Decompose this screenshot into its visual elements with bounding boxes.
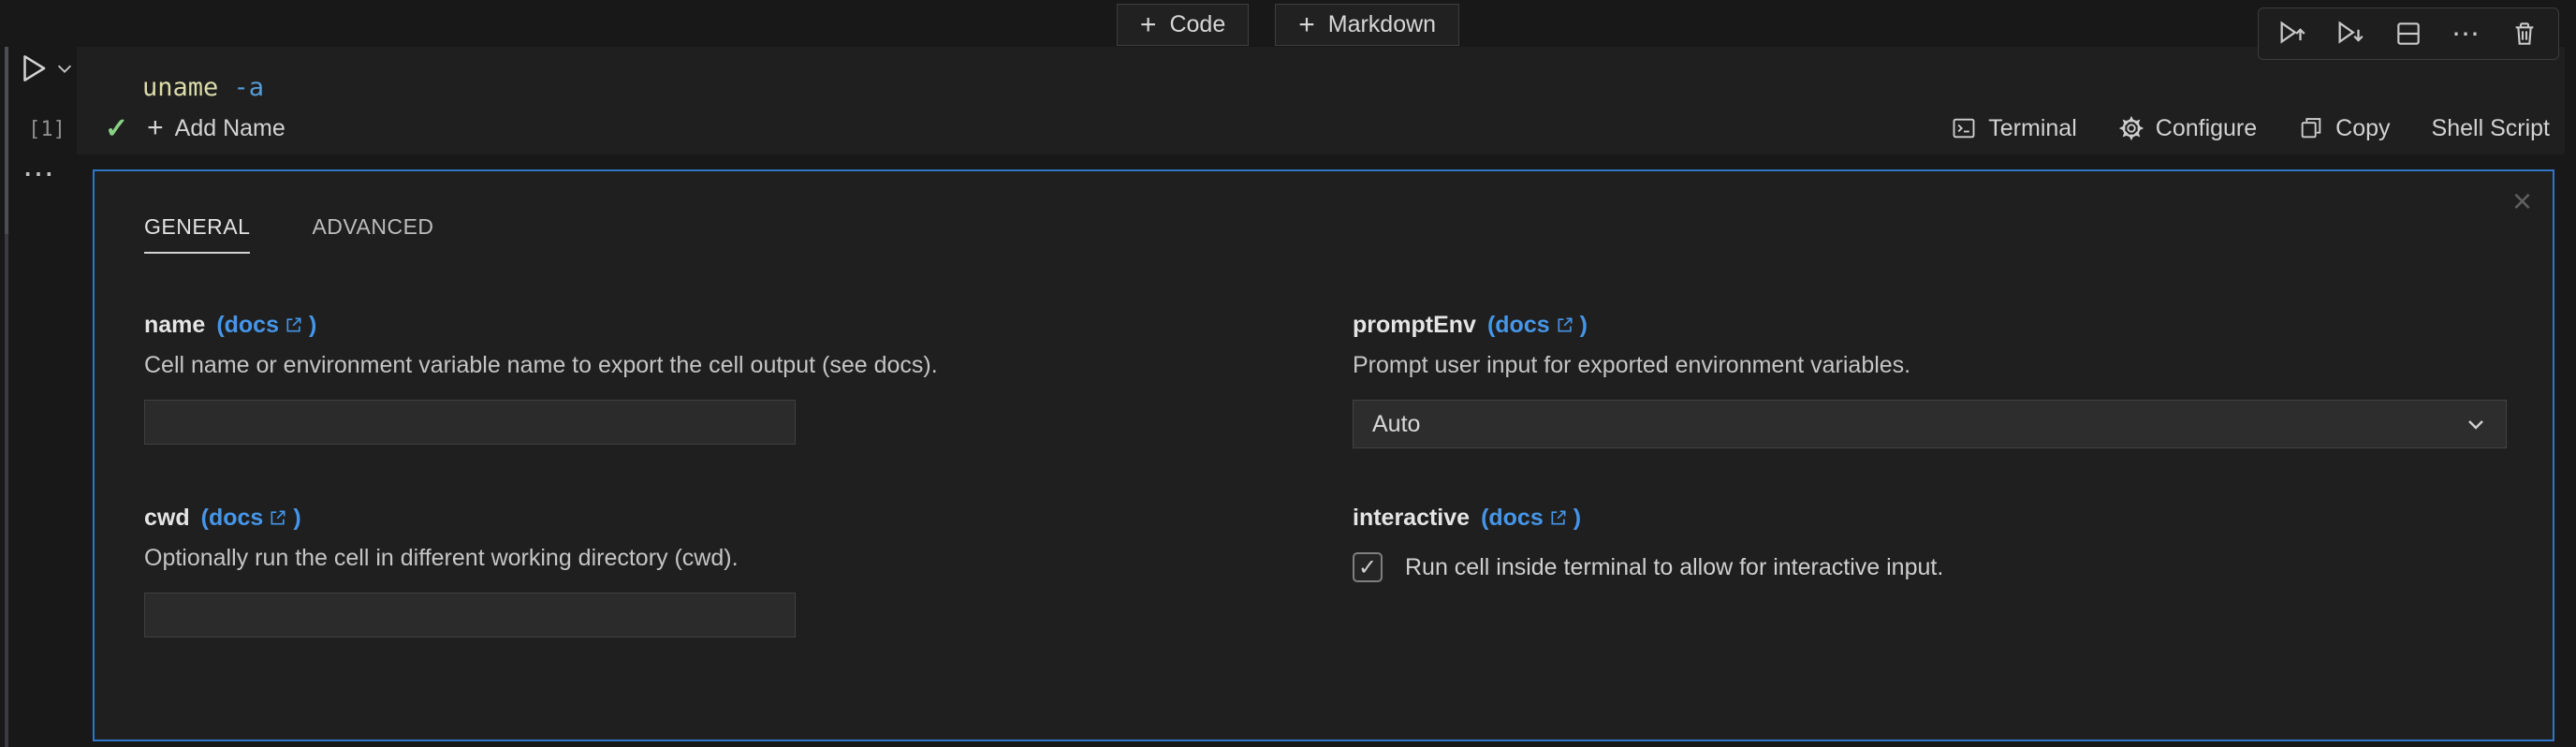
promptenv-description: Prompt user input for exported environme… <box>1353 352 1911 378</box>
execute-below-icon <box>2338 21 2364 44</box>
field-promptenv: promptEnv (docs ) Prompt user input for … <box>1353 312 2507 448</box>
delete-cell-button[interactable] <box>2500 13 2549 54</box>
cwd-description: Optionally run the cell in different wor… <box>144 545 739 571</box>
tab-general[interactable]: GENERAL <box>144 214 251 254</box>
field-interactive: interactive (docs ) ✓ Run cell inside te… <box>1353 505 2507 637</box>
terminal-icon <box>1953 118 1975 139</box>
add-name-button[interactable]: + Add Name <box>147 114 285 142</box>
cell-configure-panel: × GENERAL ADVANCED name (docs ) Cell nam… <box>93 169 2554 741</box>
configure-label: Configure <box>2155 114 2258 141</box>
split-cell-button[interactable] <box>2384 13 2433 54</box>
add-markdown-cell-button[interactable]: + Markdown <box>1275 4 1460 46</box>
more-actions-icon: ⋯ <box>2452 18 2481 50</box>
name-input[interactable] <box>144 400 796 445</box>
plus-icon: + <box>1139 8 1157 40</box>
success-check-icon: ✓ <box>105 112 129 144</box>
add-markdown-label: Markdown <box>1327 11 1437 37</box>
field-cwd: cwd (docs ) Optionally run the cell in d… <box>144 505 1353 637</box>
language-label: Shell Script <box>2431 114 2550 141</box>
cwd-docs-link[interactable]: (docs ) <box>201 505 301 532</box>
tab-advanced[interactable]: ADVANCED <box>312 214 433 254</box>
run-options-chevron[interactable] <box>54 58 75 83</box>
trash-icon <box>2515 22 2534 45</box>
name-description: Cell name or environment variable name t… <box>144 352 938 378</box>
execute-above-button[interactable] <box>2268 13 2317 54</box>
chevron-down-icon <box>57 65 72 73</box>
close-panel-button[interactable]: × <box>2512 184 2532 218</box>
gear-icon <box>2118 115 2144 141</box>
cell-toolbar: ⋯ <box>2258 7 2559 60</box>
cell-focus-indicator-top <box>5 47 8 234</box>
run-cell-button[interactable] <box>15 50 52 87</box>
add-code-cell-button[interactable]: + Code <box>1116 4 1250 46</box>
terminal-label: Terminal <box>1988 114 2077 141</box>
plus-icon: + <box>1298 8 1315 40</box>
external-link-icon <box>286 317 301 332</box>
code-editor[interactable]: uname -a <box>77 47 2565 102</box>
execute-below-button[interactable] <box>2326 13 2375 54</box>
promptenv-label: promptEnv <box>1353 312 1476 338</box>
execution-count: [1] <box>28 118 66 141</box>
cell-more-button[interactable]: ⋯ <box>22 158 57 191</box>
external-link-icon <box>271 510 285 525</box>
terminal-button[interactable]: Terminal <box>1951 114 2077 142</box>
cell-statusbar: ✓ + Add Name Terminal Configure Copy She… <box>77 108 2565 149</box>
copy-icon <box>2301 118 2321 139</box>
panel-tabs: GENERAL ADVANCED <box>144 214 2553 254</box>
interactive-docs-link[interactable]: (docs ) <box>1481 505 1581 532</box>
interactive-checkbox[interactable]: ✓ <box>1353 552 1383 582</box>
code-command: uname <box>142 73 219 102</box>
name-label: name <box>144 312 206 338</box>
copy-button[interactable]: Copy <box>2298 114 2391 142</box>
promptenv-selected-value: Auto <box>1372 410 1421 437</box>
copy-label: Copy <box>2335 114 2391 141</box>
chevron-down-icon <box>2468 420 2483 430</box>
cwd-label: cwd <box>144 505 190 531</box>
split-cell-icon <box>2397 22 2420 45</box>
code-cell: uname -a ✓ + Add Name Terminal Configure… <box>77 47 2565 154</box>
code-argument: -a <box>233 73 265 102</box>
interactive-label: interactive <box>1353 505 1471 531</box>
external-link-icon <box>1558 317 1573 332</box>
add-code-label: Code <box>1169 11 1226 37</box>
play-icon <box>23 55 46 81</box>
promptenv-select[interactable]: Auto <box>1353 400 2507 448</box>
cwd-input[interactable] <box>144 593 796 637</box>
notebook-toolbar: + Code + Markdown <box>0 0 2576 47</box>
execute-above-icon <box>2280 21 2305 44</box>
plus-icon: + <box>147 112 164 143</box>
field-name: name (docs ) Cell name or environment va… <box>144 312 1353 448</box>
name-docs-link[interactable]: (docs ) <box>216 312 316 339</box>
promptenv-docs-link[interactable]: (docs ) <box>1487 312 1588 339</box>
external-link-icon <box>1551 510 1566 525</box>
add-name-label: Add Name <box>174 114 285 141</box>
more-actions-button[interactable]: ⋯ <box>2442 13 2491 54</box>
language-picker[interactable]: Shell Script <box>2432 115 2550 142</box>
configure-button[interactable]: Configure <box>2118 115 2257 142</box>
interactive-checkbox-label: Run cell inside terminal to allow for in… <box>1405 553 1944 580</box>
